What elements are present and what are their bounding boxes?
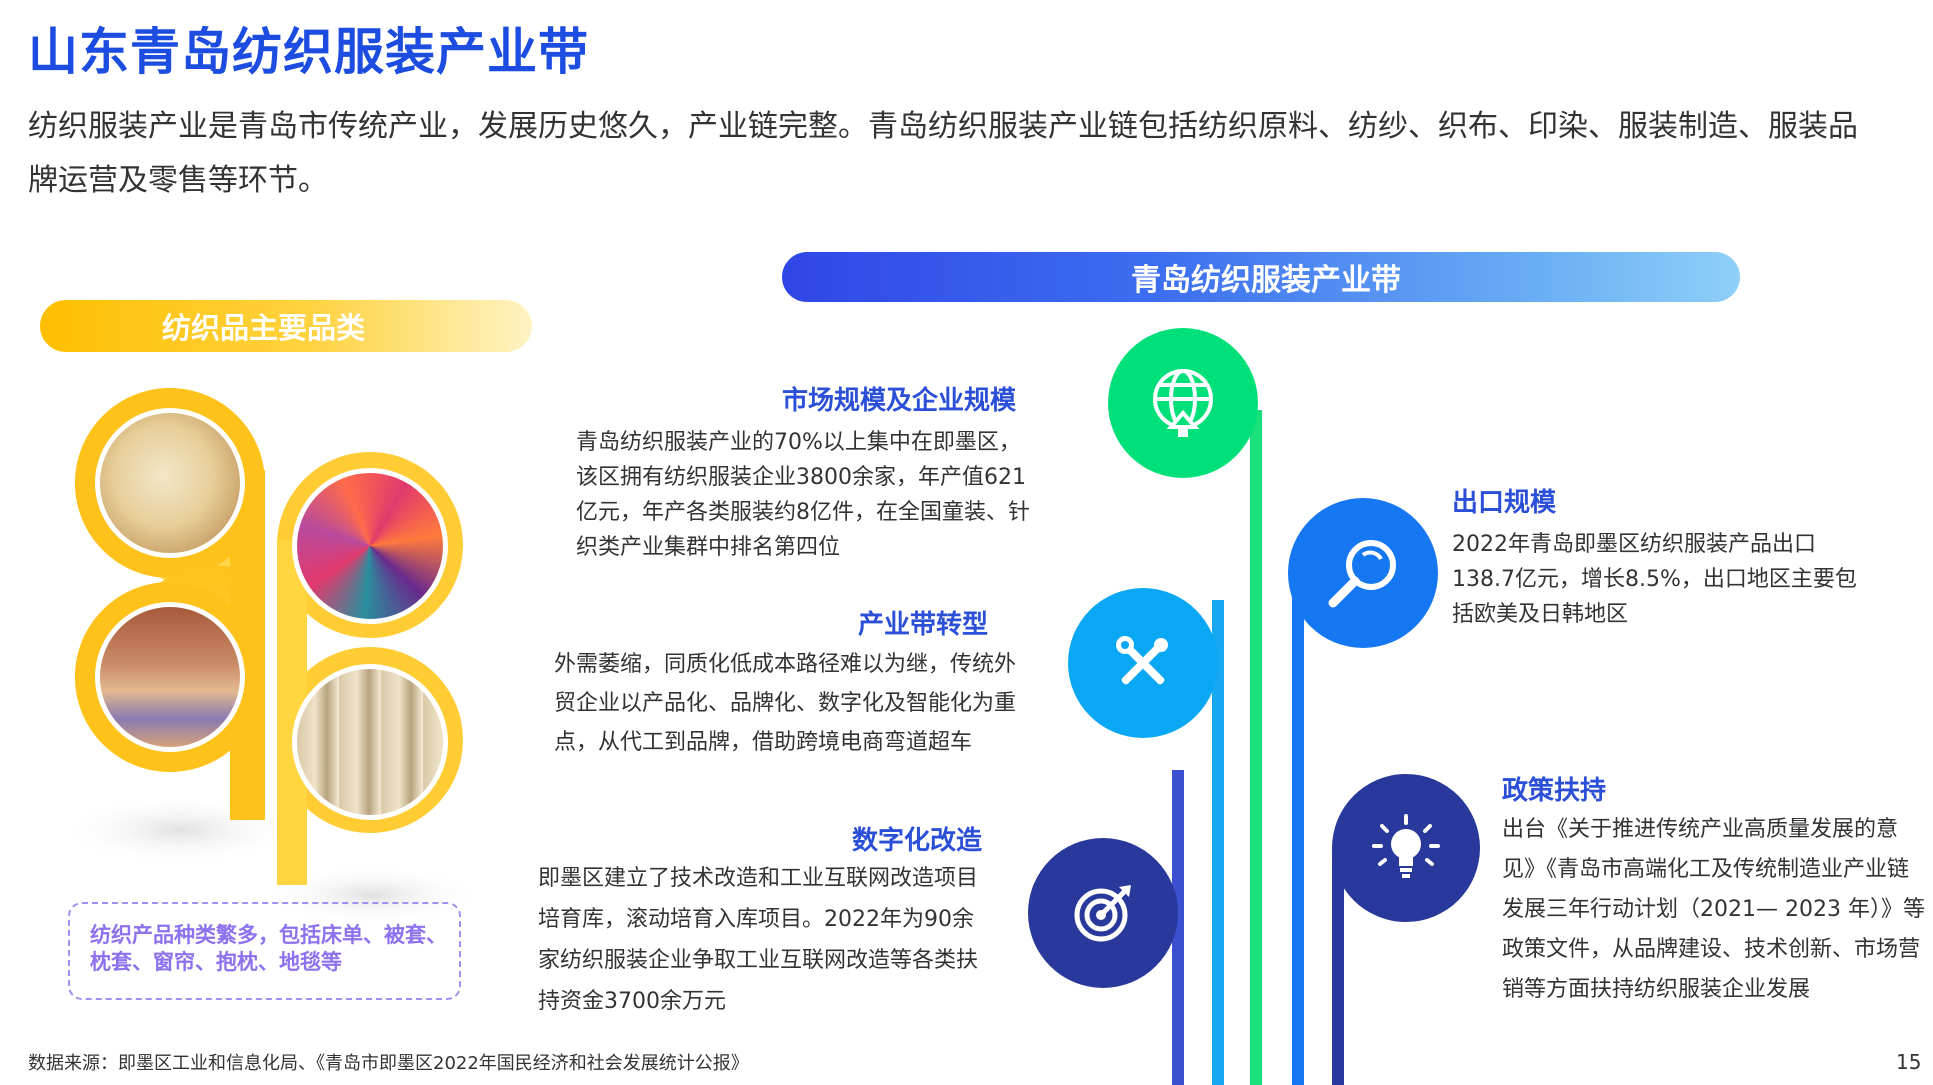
export-icon-circle (1288, 498, 1438, 648)
digital-body: 即墨区建立了技术改造和工业互联网改造项目培育库，滚动培育入库项目。2022年为9… (538, 866, 979, 1014)
data-source-note: 数据来源：即墨区工业和信息化局、《青岛市即墨区2022年国民经济和社会发展统计公… (28, 1053, 749, 1074)
transform-body: 外需萎缩，同质化低成本路径难以为继，传统外贸企业以产品化、品牌化、数字化及智能化… (554, 652, 1017, 755)
policy-body: 出台《关于推进传统产业高质量发展的意见》《青岛市高端化工及传统制造业产业链发展三… (1502, 817, 1925, 1002)
export-title: 出口规模 (1452, 488, 1557, 518)
market-title: 市场规模及企业规模 (782, 386, 1017, 416)
line-blue (1292, 580, 1304, 1085)
magnifier-icon (1328, 540, 1396, 608)
market-icon-circle (1108, 328, 1258, 478)
target-icon (1074, 885, 1131, 942)
lightbulb-icon (1372, 814, 1440, 878)
category-summary-text: 纺织产品种类繁多，包括床单、被套、枕套、窗帘、抱枕、地毯等 (90, 923, 447, 974)
policy-title: 政策扶持 (1502, 776, 1607, 806)
tools-icon (1116, 636, 1168, 685)
bedroom-photo (95, 602, 245, 752)
pillow-photo (95, 408, 245, 558)
page-number: 15 (1896, 1050, 1922, 1074)
blanket-photo (292, 468, 448, 624)
transform-title: 产业带转型 (858, 610, 989, 640)
digital-title: 数字化改造 (852, 826, 983, 856)
line-green (1250, 410, 1262, 1085)
export-body: 2022年青岛即墨区纺织服装产品出口138.7亿元，增长8.5%，出口地区主要包… (1452, 532, 1857, 627)
market-body: 青岛纺织服装产业的70%以上集中在即墨区，该区拥有纺织服装企业3800余家，年产… (576, 430, 1030, 560)
transform-icon-circle (1068, 588, 1218, 738)
curtain-photo (292, 664, 448, 820)
globe-upload-icon (1153, 369, 1213, 437)
policy-icon-circle (1332, 774, 1480, 922)
digital-icon-circle (1028, 838, 1178, 988)
